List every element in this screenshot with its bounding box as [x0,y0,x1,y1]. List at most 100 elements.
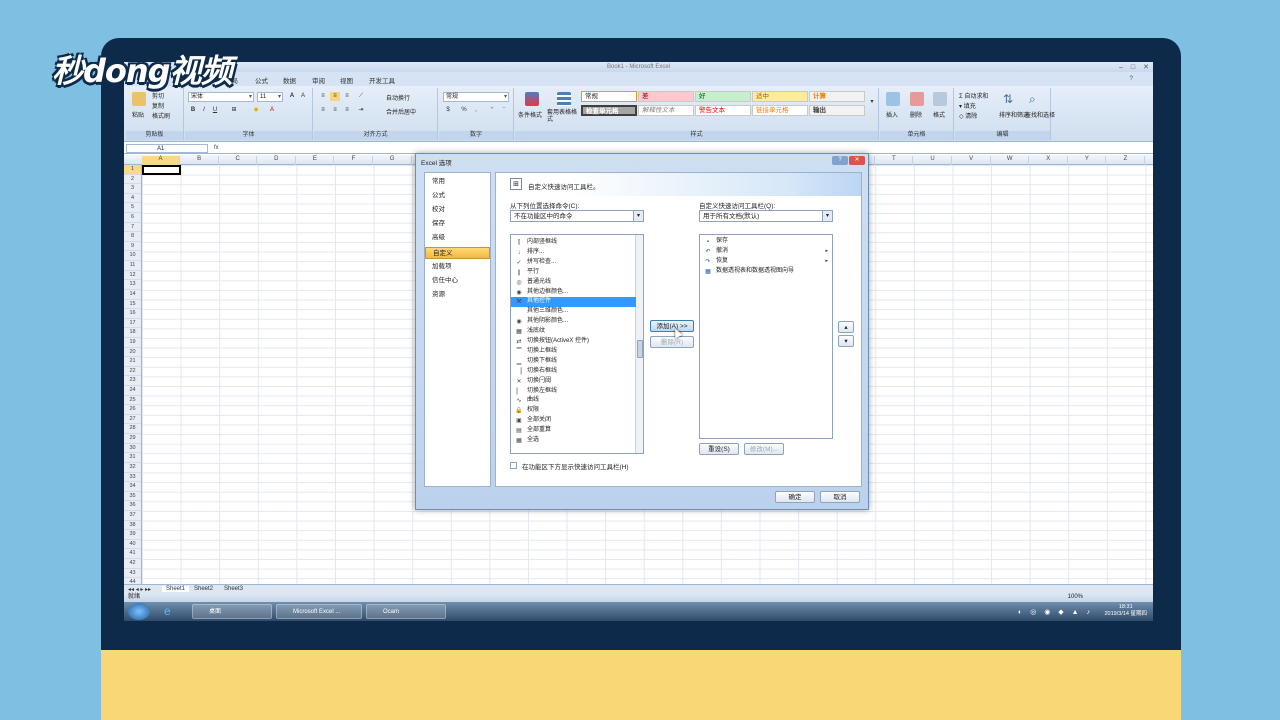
column-header[interactable]: Y [1068,156,1107,165]
format-icon[interactable] [933,92,947,106]
tab-formulas[interactable]: 公式 [255,75,268,85]
dialog-close-icon[interactable]: ✕ [849,156,865,165]
column-header[interactable]: U [914,156,952,165]
row-header[interactable]: 25 [124,396,141,406]
toolbar-item[interactable]: ▦ 数据透视表和数据透视图向导 [700,267,832,277]
row-header[interactable]: 20 [124,348,141,358]
move-down-button[interactable]: ▾ [838,335,854,347]
command-item[interactable]: ⇄ 切换按钮(ActiveX 控件) [511,337,636,347]
toolbar-item[interactable]: ↷ 恢复 ▸ [700,257,832,267]
nav-addins[interactable]: 加载项 [425,261,490,273]
row-header[interactable]: 26 [124,405,141,415]
dialog-help-icon[interactable]: ? [832,156,848,165]
row-header[interactable]: 19 [124,338,141,348]
row-header[interactable]: 15 [124,300,141,310]
clear-button[interactable]: ◇ 清除 [959,111,977,120]
align-right-icon[interactable]: ≡ [342,106,352,115]
number-format-select[interactable]: 常规 [443,92,509,102]
nav-resources[interactable]: 资源 [425,289,490,301]
row-header[interactable]: 34 [124,482,141,492]
active-cell-a1[interactable] [142,165,181,175]
delete-button[interactable]: 删除 [910,110,922,119]
ie-icon[interactable]: e [164,604,171,618]
show-below-ribbon-checkbox[interactable] [510,462,517,469]
zoom-level[interactable]: 100% [1068,593,1083,602]
align-middle-icon[interactable]: ≡ [330,92,340,101]
scroll-thumb[interactable] [637,340,643,358]
command-item[interactable]: ◉ 其他边框颜色... [511,288,636,298]
format-painter-button[interactable]: 格式刷 [152,111,170,120]
styles-more-icon[interactable]: ▾ [867,98,877,107]
toolbar-list[interactable]: ▪ 保存 ↶ 撤消 ▸ ↷ 恢复 ▸ ▦ 数据透视表和数据透视图向导 [699,234,833,439]
row-header[interactable]: 2 [124,175,141,185]
row-header[interactable]: 1 [124,165,141,175]
row-header[interactable]: 4 [124,194,141,204]
paste-button[interactable]: 粘贴 [132,110,144,119]
nav-advanced[interactable]: 高级 [425,232,490,244]
tab-review[interactable]: 审阅 [312,75,325,85]
command-item[interactable]: ◎ 普通光线 [511,278,636,288]
name-box[interactable]: A1 [126,144,208,153]
format-button[interactable]: 格式 [933,110,945,119]
style-good[interactable]: 好 [695,91,751,102]
sheet-tab-2[interactable]: Sheet2 [194,586,213,592]
align-top-icon[interactable]: ≡ [318,92,328,101]
column-header[interactable]: V [953,156,991,165]
row-header[interactable]: 11 [124,261,141,271]
style-bad[interactable]: 差 [638,91,694,102]
column-header[interactable]: T [875,156,914,165]
font-color-icon[interactable]: A [267,106,277,115]
taskbar-desktop[interactable]: 桌面 [192,604,272,619]
style-warning[interactable]: 警告文本 [695,105,751,116]
command-item[interactable]: ⚒ 其他控件 [511,297,636,308]
fill-button[interactable]: ▾ 填充 [959,101,976,110]
clock[interactable]: 18:31 2019/3/14 星期四 [1105,604,1148,618]
tab-data[interactable]: 数据 [283,75,296,85]
row-header[interactable]: 16 [124,309,141,319]
orientation-icon[interactable]: ⟋ [356,92,366,101]
sheet-tab-1[interactable]: Sheet1 [162,586,190,592]
row-header[interactable]: 40 [124,540,141,550]
column-header[interactable]: E [296,156,335,165]
merge-center-button[interactable]: 合并后居中 [386,107,416,116]
insert-icon[interactable] [886,92,900,106]
row-header[interactable]: 32 [124,463,141,473]
column-header[interactable]: Z [1107,156,1145,165]
row-header[interactable]: 28 [124,424,141,435]
row-header[interactable]: 14 [124,290,141,300]
cut-button[interactable]: 剪切 [152,91,164,100]
row-header[interactable]: 27 [124,415,141,425]
command-item[interactable]: ✕ 切换闩阈 [511,377,636,387]
shrink-font-icon[interactable]: A [298,92,308,101]
currency-icon[interactable]: $ [443,106,453,115]
toolbar-item[interactable]: ▪ 保存 [700,237,832,247]
reset-button[interactable]: 重设(S) [699,443,739,455]
row-header[interactable]: 9 [124,242,141,252]
conditional-format-button[interactable]: 条件格式 [518,110,542,119]
align-left-icon[interactable]: ≡ [318,106,328,115]
nav-proofing[interactable]: 校对 [425,204,490,216]
row-header[interactable]: 39 [124,530,141,540]
toolbar-item[interactable]: ↶ 撤消 ▸ [700,247,832,257]
command-item[interactable]: ▔ 切换上框线 [511,347,636,357]
tab-developer[interactable]: 开发工具 [369,75,395,85]
row-header[interactable]: 21 [124,357,141,367]
move-up-button[interactable]: ▴ [838,321,854,333]
conditional-format-icon[interactable] [525,92,539,106]
command-item[interactable]: ⫿ 内部竖框线 [511,238,636,248]
increase-decimal-icon[interactable]: ⁺ [487,106,497,115]
row-header[interactable]: 8 [124,232,141,242]
row-header[interactable]: 17 [124,319,141,329]
row-header[interactable]: 31 [124,453,141,463]
sort-filter-icon[interactable]: ⇅ [1003,92,1013,106]
style-linked-cell[interactable]: 链接单元格 [752,105,808,116]
table-format-button[interactable]: 套用表格格式 [547,110,577,124]
sheet-tab-3[interactable]: Sheet3 [224,586,243,592]
taskbar-ocam[interactable]: Ocam [366,604,446,619]
decrease-decimal-icon[interactable]: ⁻ [499,106,509,115]
row-header[interactable]: 24 [124,386,141,396]
row-header[interactable]: 12 [124,271,141,281]
command-item[interactable]: ✓ 拼写检查... [511,258,636,268]
command-item[interactable]: ∿ 曲线 [511,396,636,406]
row-header[interactable]: 23 [124,376,141,387]
